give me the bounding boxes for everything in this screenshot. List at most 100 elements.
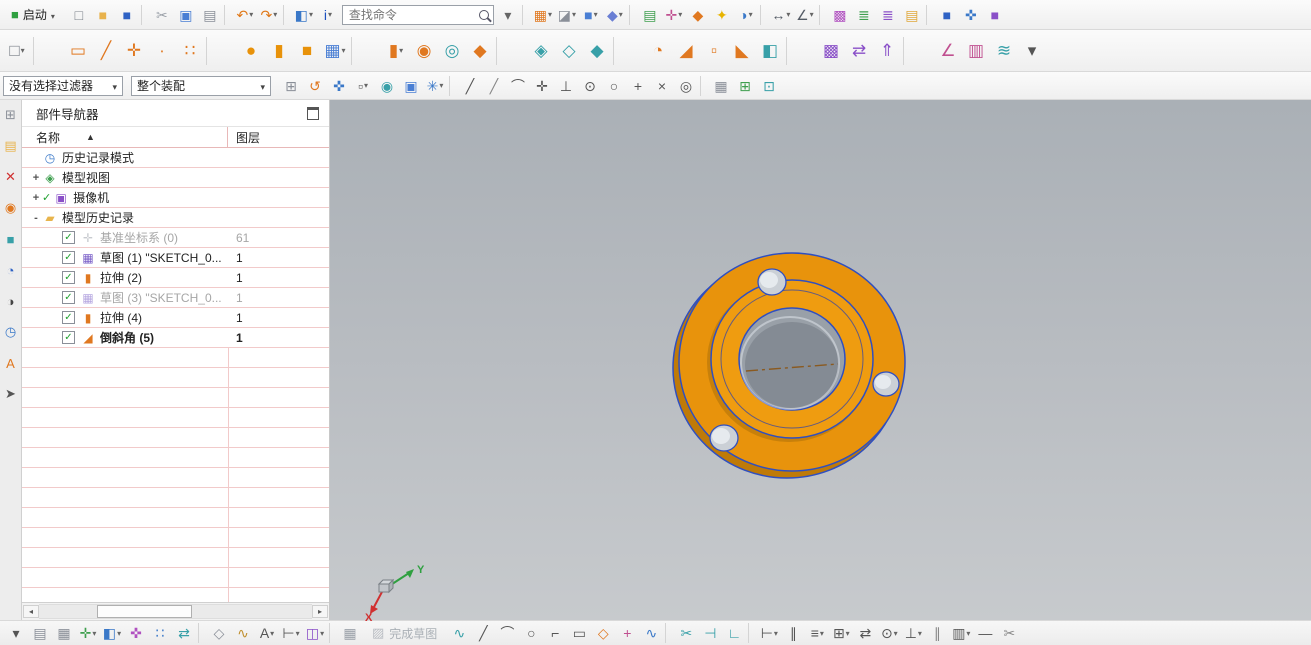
render-style-icon[interactable]: ◆ (603, 4, 627, 26)
polygon-icon[interactable]: ◇ (591, 623, 615, 643)
pattern-feature-icon[interactable]: ▩ (817, 37, 845, 65)
find-command-input[interactable] (346, 6, 479, 23)
tree-item[interactable]: + ◈ 模型视图 (22, 168, 329, 188)
info-icon[interactable]: i (316, 4, 340, 26)
paste-icon[interactable]: ▤ (198, 4, 222, 26)
rapid-dimension-icon[interactable]: ⊢ (757, 623, 781, 643)
pattern-component-icon[interactable]: ∷ (148, 623, 172, 643)
tree-item-label[interactable]: 拉伸 (2) (100, 269, 142, 286)
more-features-icon[interactable]: ▾ (1018, 37, 1046, 65)
sketch-icon[interactable]: ▦ (321, 37, 349, 65)
shell-icon[interactable]: ▫ (700, 37, 728, 65)
view-cube-icon[interactable]: ■ (579, 4, 603, 26)
web-browser-icon[interactable]: ◔ (2, 261, 20, 279)
tree-item[interactable]: + ▣ 摄像机 (22, 188, 329, 208)
column-header-name[interactable]: 名称 ▲ (22, 127, 228, 147)
touch-mode-icon[interactable]: ⊞ (2, 106, 20, 124)
undock-window-icon[interactable] (307, 106, 319, 120)
spark-icon[interactable]: ✦ (710, 4, 734, 26)
point-tool-icon[interactable]: + (615, 623, 639, 643)
horizontal-scrollbar[interactable]: ◂ ▸ (22, 602, 329, 620)
highlight-icon[interactable]: ◉ (375, 75, 399, 97)
line-icon[interactable]: ╱ (471, 623, 495, 643)
tree-expander-icon[interactable]: - (30, 212, 42, 224)
move-component2-icon[interactable]: ◧ (100, 623, 124, 643)
window-display-icon[interactable]: ▦ (531, 4, 555, 26)
tree-item-label[interactable]: 草图 (1) "SKETCH_0... (100, 249, 222, 266)
undo-icon[interactable]: ↶ (233, 4, 257, 26)
clipboard-icon[interactable]: ▤ (28, 623, 52, 643)
tree-checkbox[interactable] (62, 291, 75, 304)
rectangle-icon[interactable]: ▭ (567, 623, 591, 643)
add-component-icon[interactable]: ✛ (76, 623, 100, 643)
part-navigator-icon[interactable]: ◉ (2, 199, 20, 217)
measure-bottom-icon[interactable]: ⊥ (901, 623, 925, 643)
checker-map-icon[interactable]: ▦ (338, 623, 362, 643)
offset-curve-icon[interactable]: ⊙ (877, 623, 901, 643)
tree-item-label[interactable]: 模型历史记录 (62, 209, 134, 226)
geometric-constraint-icon[interactable]: ∥ (781, 623, 805, 643)
drag-handle-icon[interactable]: ✜ (327, 75, 351, 97)
snap-circle-icon[interactable]: ○ (602, 75, 626, 97)
menu-chevron-icon[interactable]: ▾ (4, 623, 28, 643)
tree-item[interactable]: ✛ 基准坐标系 (0) 61 (22, 228, 329, 248)
grid-icon[interactable]: ▦ (709, 75, 733, 97)
measure-angle-icon[interactable]: ∠ (793, 4, 817, 26)
assembly-constraints-icon[interactable]: ✜ (124, 623, 148, 643)
copy-icon[interactable]: ▣ (174, 4, 198, 26)
block-add-icon[interactable]: ◫ (303, 623, 327, 643)
tree-checkbox[interactable] (62, 311, 75, 324)
profile-icon[interactable]: ∿ (447, 623, 471, 643)
save-icon[interactable]: ■ (115, 4, 139, 26)
graphics-viewport[interactable]: Y X (330, 100, 1311, 622)
tree-item[interactable]: ▦ 草图 (1) "SKETCH_0... 1 (22, 248, 329, 268)
assembly-cube-icon[interactable]: ■ (935, 4, 959, 26)
scrollbar-track[interactable] (39, 604, 312, 619)
true-shading-icon[interactable]: ◆ (686, 4, 710, 26)
open-folder-icon[interactable]: ■ (91, 4, 115, 26)
mirror-curve-icon[interactable]: ⇄ (853, 623, 877, 643)
flange-part[interactable] (660, 225, 920, 485)
edge-blend-icon[interactable]: ◔ (644, 37, 672, 65)
datum-plane-icon[interactable]: ▭ (64, 37, 92, 65)
scroll-right-icon[interactable]: ▸ (312, 605, 328, 618)
mirror-assembly-icon[interactable]: ⇄ (172, 623, 196, 643)
spline-tool-icon[interactable]: ∿ (231, 623, 255, 643)
studio-spline-icon[interactable]: ∿ (639, 623, 663, 643)
snap-perpendicular-icon[interactable]: ⊥ (554, 75, 578, 97)
intersect-icon[interactable]: ◆ (583, 37, 611, 65)
tree-item[interactable]: ▮ 拉伸 (4) 1 (22, 308, 329, 328)
block-icon[interactable]: ■ (293, 37, 321, 65)
tree-item[interactable]: ◷ 历史记录模式 (22, 148, 329, 168)
view-triad[interactable]: Y X (365, 558, 427, 622)
window-grid-icon[interactable]: ▦ (52, 623, 76, 643)
snap-arc-icon[interactable]: ⌒ (506, 75, 530, 97)
pattern-curve-icon[interactable]: ⊞ (829, 623, 853, 643)
tree-item-label[interactable]: 拉伸 (4) (100, 309, 142, 326)
csys-display-icon[interactable]: ✛ (662, 4, 686, 26)
parallel-lines-icon[interactable]: ∥ (925, 623, 949, 643)
tree-item-label[interactable]: 倒斜角 (5) (100, 329, 154, 346)
rib-icon[interactable]: ◆ (466, 37, 494, 65)
search-dropdown-icon[interactable]: ▾ (496, 4, 520, 26)
snap-line-icon[interactable]: ╱ (482, 75, 506, 97)
measure-distance-icon[interactable]: ↔ (769, 4, 793, 26)
reset-orientation-icon[interactable]: ↺ (303, 75, 327, 97)
tree-expander-icon[interactable]: + (30, 192, 42, 204)
subtract-icon[interactable]: ◇ (555, 37, 583, 65)
chamfer-icon[interactable]: ◢ (672, 37, 700, 65)
tree-item-label[interactable]: 基准坐标系 (0) (100, 229, 178, 246)
show-constraints-icon[interactable]: ≡ (805, 623, 829, 643)
extrude-icon[interactable]: ▮ (382, 37, 410, 65)
text-tool-icon[interactable]: A (255, 623, 279, 643)
scrollbar-thumb[interactable] (97, 605, 192, 618)
snap-settings-icon[interactable]: ⊞ (279, 75, 303, 97)
redo-icon[interactable]: ↷ (257, 4, 281, 26)
tree-checkbox[interactable] (62, 231, 75, 244)
column-header-layer[interactable]: 图层 (228, 129, 260, 146)
point-set-icon[interactable]: ∷ (176, 37, 204, 65)
cylinder-icon[interactable]: ▮ (265, 37, 293, 65)
section-view-icon[interactable]: ▥ (962, 37, 990, 65)
columns-icon[interactable]: ▥ (949, 623, 973, 643)
work-plane-icon[interactable]: ⊞ (733, 75, 757, 97)
